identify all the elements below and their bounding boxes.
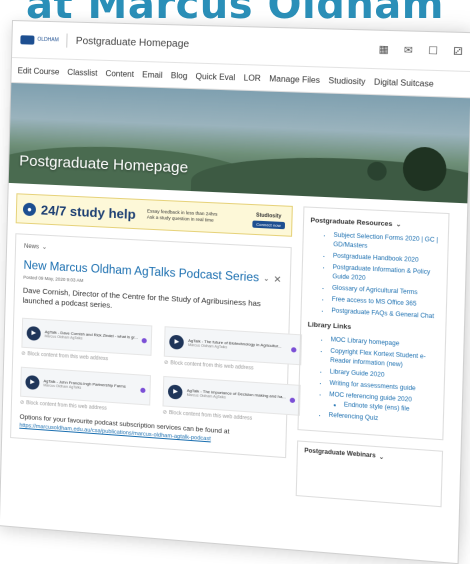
podcast-card[interactable]: ▶ AgTalk - Dave Cornish and Rick Zindel … bbox=[21, 317, 153, 356]
podcast-card[interactable]: ▶ AgTalk - The future of Biotechnology i… bbox=[164, 326, 303, 366]
podcast-text: AgTalk - The importance of Decision maki… bbox=[187, 388, 286, 405]
chat-icon[interactable]: ☐ bbox=[428, 45, 438, 57]
news-label: News bbox=[23, 243, 40, 250]
nav-icons: ▦ ✉ ☐ ⚂ bbox=[378, 44, 462, 58]
logo-mark-icon bbox=[20, 34, 35, 45]
menu-item-quick-eval[interactable]: Quick Eval bbox=[195, 71, 235, 81]
menu-item-lor[interactable]: LOR bbox=[244, 73, 261, 83]
play-icon[interactable]: ▶ bbox=[168, 384, 183, 400]
right-column: Postgraduate Resources ⌄ Subject Selecti… bbox=[295, 206, 450, 508]
course-title[interactable]: Postgraduate Homepage bbox=[76, 35, 190, 49]
bell-icon[interactable]: ⚂ bbox=[453, 46, 463, 58]
nav-divider bbox=[66, 33, 69, 48]
webinars-title: Postgraduate Webinars bbox=[304, 448, 376, 460]
podcast-embed: ▶ AgTalk - John Francis-Ingh Partnership… bbox=[19, 366, 152, 415]
podcast-badge-icon bbox=[291, 346, 297, 353]
podcast-text: AgTalk - John Francis-Ingh Partnership F… bbox=[43, 378, 126, 394]
chevron-down-icon: ⌄ bbox=[395, 221, 402, 229]
news-widget: News ⌄ New Marcus Oldham AgTalks Podcast… bbox=[10, 233, 303, 459]
podcast-grid: ▶ AgTalk - Dave Cornish and Rick Zindel … bbox=[19, 317, 303, 424]
studiosity-brand: Studiosity Connect now bbox=[251, 211, 286, 229]
podcast-badge-icon bbox=[140, 387, 146, 393]
menu-item-digital-suitcase[interactable]: Digital Suitcase bbox=[374, 77, 434, 88]
podcast-text: AgTalk - Dave Cornish and Rick Zindel - … bbox=[45, 329, 138, 345]
close-icon[interactable]: ✕ bbox=[273, 273, 281, 285]
play-icon[interactable]: ▶ bbox=[169, 334, 185, 350]
menu-item-content[interactable]: Content bbox=[105, 68, 134, 78]
menu-item-blog[interactable]: Blog bbox=[171, 71, 188, 81]
podcast-embed: ▶ AgTalk - Dave Cornish and Rick Zindel … bbox=[21, 317, 153, 365]
studiosity-icon: ● bbox=[22, 202, 37, 216]
logo-text: OLDHAM bbox=[37, 36, 59, 43]
library-links-title: Library Links bbox=[307, 321, 352, 332]
menu-item-studiosity[interactable]: Studiosity bbox=[328, 75, 365, 86]
webinars-widget: Postgraduate Webinars ⌄ bbox=[295, 440, 444, 508]
chevron-down-icon: ⌄ bbox=[41, 244, 48, 251]
studiosity-brand-name: Studiosity bbox=[255, 211, 282, 220]
study-help-headline: 24/7 study help bbox=[40, 201, 136, 222]
chevron-down-icon: ⌄ bbox=[378, 454, 385, 462]
podcast-badge-icon bbox=[141, 337, 148, 343]
menu-item-email[interactable]: Email bbox=[142, 70, 163, 80]
menu-item-classlist[interactable]: Classlist bbox=[67, 67, 97, 77]
menu-item-manage-files[interactable]: Manage Files bbox=[269, 74, 320, 85]
block-icon: ⊘ bbox=[21, 350, 26, 357]
connect-now-button[interactable]: Connect now bbox=[251, 219, 286, 229]
mail-icon[interactable]: ✉ bbox=[404, 44, 413, 56]
resources-title: Postgraduate Resources bbox=[310, 216, 393, 228]
resource-link[interactable]: Subject Selection Forms 2020 | GC | GD/M… bbox=[333, 232, 441, 256]
block-icon: ⊘ bbox=[163, 359, 169, 367]
chevron-down-icon[interactable]: ⌄ bbox=[263, 274, 269, 284]
library-list: MOC Library homepage Copyright Flex Kort… bbox=[305, 335, 438, 429]
play-icon[interactable]: ▶ bbox=[26, 326, 41, 341]
menu-item-edit-course[interactable]: Edit Course bbox=[18, 66, 60, 76]
studiosity-banner[interactable]: ● 24/7 study help Essay feedback in less… bbox=[15, 193, 293, 237]
resources-header[interactable]: Postgraduate Resources ⌄ bbox=[310, 216, 441, 230]
block-content-text: Block content from this web address bbox=[27, 351, 109, 363]
block-icon: ⊘ bbox=[162, 409, 167, 416]
webinars-header[interactable]: Postgraduate Webinars ⌄ bbox=[304, 448, 435, 465]
block-icon: ⊘ bbox=[19, 399, 25, 406]
brightspace-page: OLDHAM Postgraduate Homepage ▦ ✉ ☐ ⚂ Edi… bbox=[0, 20, 470, 564]
podcast-text: AgTalk - The future of Biotechnology in … bbox=[188, 338, 282, 354]
podcast-badge-icon bbox=[289, 397, 296, 403]
podcast-card[interactable]: ▶ AgTalk - The importance of Decision ma… bbox=[162, 375, 301, 416]
podcast-embed: ▶ AgTalk - The importance of Decision ma… bbox=[162, 375, 301, 425]
play-icon[interactable]: ▶ bbox=[25, 375, 40, 390]
resources-list: Subject Selection Forms 2020 | GC | GD/M… bbox=[308, 230, 441, 322]
resources-widget: Postgraduate Resources ⌄ Subject Selecti… bbox=[297, 206, 450, 441]
logo[interactable]: OLDHAM bbox=[20, 34, 59, 45]
podcast-card[interactable]: ▶ AgTalk - John Francis-Ingh Partnership… bbox=[20, 366, 152, 406]
grid-icon[interactable]: ▦ bbox=[378, 44, 388, 56]
news-header[interactable]: News ⌄ bbox=[24, 243, 282, 263]
podcast-embed: ▶ AgTalk - The future of Biotechnology i… bbox=[163, 326, 303, 374]
left-column: ● 24/7 study help Essay feedback in less… bbox=[9, 193, 303, 495]
block-content-text: Block content from this web address bbox=[170, 360, 254, 372]
content-columns: ● 24/7 study help Essay feedback in less… bbox=[1, 183, 467, 519]
study-help-details: Essay feedback in less than 24hrs Ask a … bbox=[147, 208, 218, 224]
hero-banner: Postgraduate Homepage bbox=[8, 83, 470, 204]
